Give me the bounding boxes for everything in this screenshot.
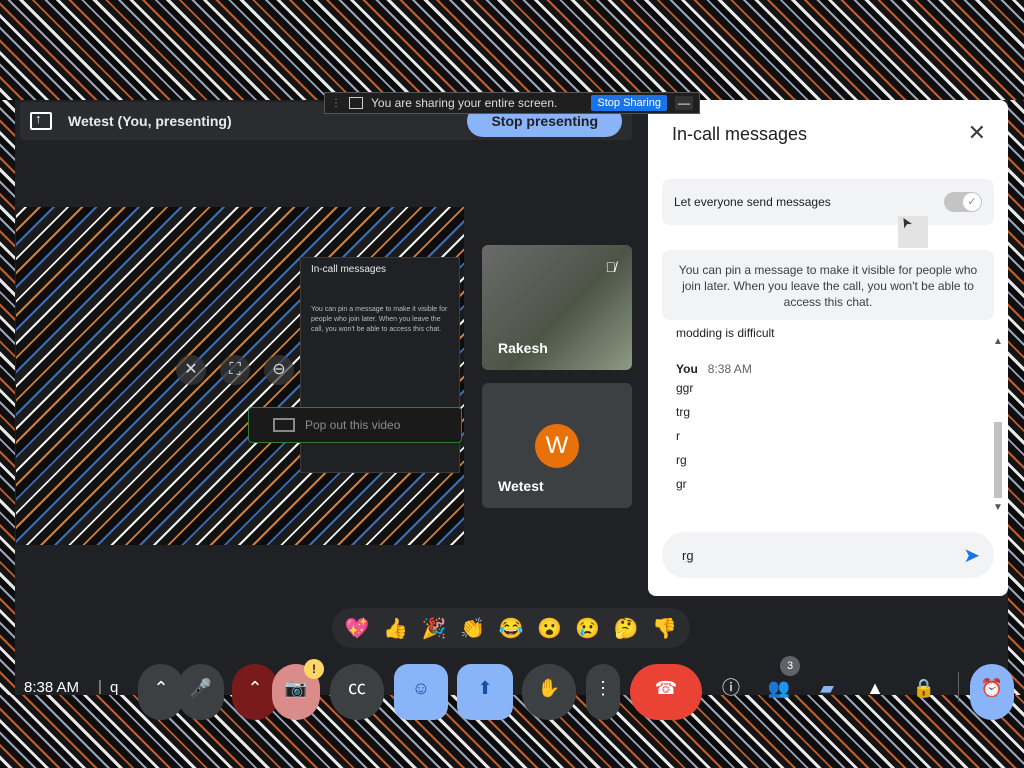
mic-icon: 🎤 — [189, 678, 213, 698]
message-time: 8:38 AM — [707, 362, 752, 376]
captions-button[interactable]: ㏄ — [330, 664, 384, 720]
stop-sharing-button[interactable]: Stop Sharing — [591, 95, 667, 111]
sender-name: You — [676, 362, 698, 376]
scroll-up-icon[interactable]: ▲ — [993, 336, 1003, 347]
raise-hand-button[interactable]: ✋ — [522, 664, 576, 720]
mic-off-icon: 🎙̸ — [605, 259, 617, 275]
meeting-code: q — [110, 679, 119, 696]
setting-label: Let everyone send messages — [674, 195, 831, 209]
fullscreen-icon[interactable]: ⛶ — [220, 355, 250, 385]
participant-count-badge: 3 — [780, 656, 800, 676]
drag-handle-icon[interactable]: ⋮ — [331, 98, 341, 109]
popout-button[interactable]: Pop out this video — [248, 407, 462, 443]
more-options-button[interactable]: ⋮ — [586, 664, 620, 720]
end-call-icon: ☎ — [654, 678, 678, 698]
host-controls-button[interactable]: 🔒 — [904, 664, 944, 720]
meeting-clock: 8:38 AM — [24, 679, 80, 696]
meeting-info-button[interactable]: ⓘ — [712, 664, 750, 720]
reaction-laugh[interactable]: 😂 — [494, 616, 528, 641]
reaction-surprised[interactable]: 😮 — [532, 616, 566, 641]
reactions-bar: 💖 👍 🎉 👏 😂 😮 😢 🤔 👎 — [332, 608, 690, 648]
check-icon: ✓ — [963, 193, 981, 211]
send-messages-toggle[interactable]: ✓ — [944, 192, 982, 212]
chat-panel: In-call messages ✕ Let everyone send mes… — [648, 100, 1008, 596]
list-item: ggr — [676, 381, 694, 395]
scrollbar-thumb[interactable] — [994, 422, 1002, 498]
warning-icon: ! — [304, 659, 324, 679]
screen-share-bar: ⋮ You are sharing your entire screen. St… — [324, 92, 700, 114]
list-item: trg — [676, 405, 691, 419]
close-icon[interactable]: ✕ — [968, 120, 986, 146]
reaction-thinking[interactable]: 🤔 — [609, 616, 643, 641]
pin-info-note: You can pin a message to make it visible… — [662, 250, 994, 320]
participant-tile-rakesh[interactable]: 🎙̸ Rakesh — [482, 245, 632, 370]
list-item: rg — [676, 453, 687, 467]
reaction-party[interactable]: 🎉 — [417, 616, 451, 641]
reaction-thumbs-up[interactable]: 👍 — [379, 616, 413, 641]
popout-icon — [273, 418, 295, 432]
timer-button[interactable]: ⏰ — [970, 664, 1014, 720]
emoji-button[interactable]: ☺ — [394, 664, 448, 720]
clock-separator: | — [98, 678, 102, 695]
end-call-button[interactable]: ☎ — [630, 664, 702, 720]
participant-name: Wetest — [498, 478, 544, 494]
timer-icon: ⏰ — [980, 678, 1004, 698]
emoji-icon: ☺ — [411, 678, 431, 698]
share-bar-text: You are sharing your entire screen. — [371, 96, 558, 110]
mouse-cursor-icon — [898, 216, 928, 248]
camera-off-icon: 📷 — [284, 678, 308, 698]
desktop-background-left — [0, 100, 15, 695]
mic-button[interactable]: 🎤 — [178, 664, 224, 720]
send-messages-setting: Let everyone send messages ✓ — [662, 179, 994, 225]
chat-input-box: ➤ — [662, 532, 994, 578]
toolbar-divider — [958, 672, 959, 702]
chat-button[interactable]: ▰ — [808, 664, 846, 720]
screen-share-tile[interactable]: In-call messages You can pin a message t… — [16, 207, 464, 545]
chat-title: In-call messages — [672, 124, 808, 144]
send-icon[interactable]: ➤ — [963, 543, 980, 568]
reaction-heart[interactable]: 💖 — [340, 616, 374, 641]
message-header: You 8:38 AM — [676, 362, 982, 376]
share-screen-icon — [349, 97, 363, 109]
list-item: gr — [676, 477, 687, 491]
desktop-background-top — [0, 0, 1024, 100]
lock-person-icon: 🔒 — [912, 678, 936, 698]
present-icon — [30, 111, 52, 130]
desktop-background-right — [1008, 100, 1024, 695]
present-button[interactable]: ⬆ — [457, 664, 513, 720]
more-vert-icon: ⋮ — [594, 678, 612, 698]
remove-icon[interactable]: ⊖ — [264, 355, 294, 385]
activities-icon: ▲ — [866, 678, 884, 698]
pin-icon[interactable]: ✕ — [176, 355, 206, 385]
up-chevron-icon: ⌃ — [153, 678, 169, 698]
people-icon: 👥 — [767, 678, 791, 698]
mirrored-chat-title: In-call messages — [311, 264, 387, 275]
minimize-button[interactable]: — — [675, 96, 693, 110]
reaction-sad[interactable]: 😢 — [571, 616, 605, 641]
previous-message: modding is difficult — [676, 328, 775, 340]
avatar: W — [535, 424, 579, 468]
info-icon: ⓘ — [722, 678, 740, 698]
up-chevron-icon: ⌃ — [247, 678, 263, 698]
popout-label: Pop out this video — [305, 418, 401, 432]
participant-name: Rakesh — [498, 340, 548, 356]
tile-controls: ✕ ⛶ ⊖ — [176, 355, 294, 385]
chat-message-input[interactable] — [680, 546, 964, 564]
participant-tile-wetest[interactable]: W Wetest — [482, 383, 632, 508]
raise-hand-icon: ✋ — [537, 678, 561, 698]
mirrored-chat-text: You can pin a message to make it visible… — [311, 306, 448, 333]
present-icon: ⬆ — [477, 678, 493, 698]
presenting-title: Wetest (You, presenting) — [68, 113, 232, 129]
captions-icon: ㏄ — [348, 678, 366, 698]
message-list: modding is difficult You 8:38 AM ggr trg … — [662, 328, 982, 508]
chat-icon: ▰ — [820, 678, 834, 698]
activities-button[interactable]: ▲ — [856, 664, 894, 720]
message-scrollbar[interactable]: ▲ ▼ — [991, 336, 1005, 516]
scroll-down-icon[interactable]: ▼ — [993, 502, 1003, 513]
list-item: r — [676, 429, 680, 443]
reaction-clap[interactable]: 👏 — [456, 616, 490, 641]
reaction-thumbs-down[interactable]: 👎 — [648, 616, 682, 641]
